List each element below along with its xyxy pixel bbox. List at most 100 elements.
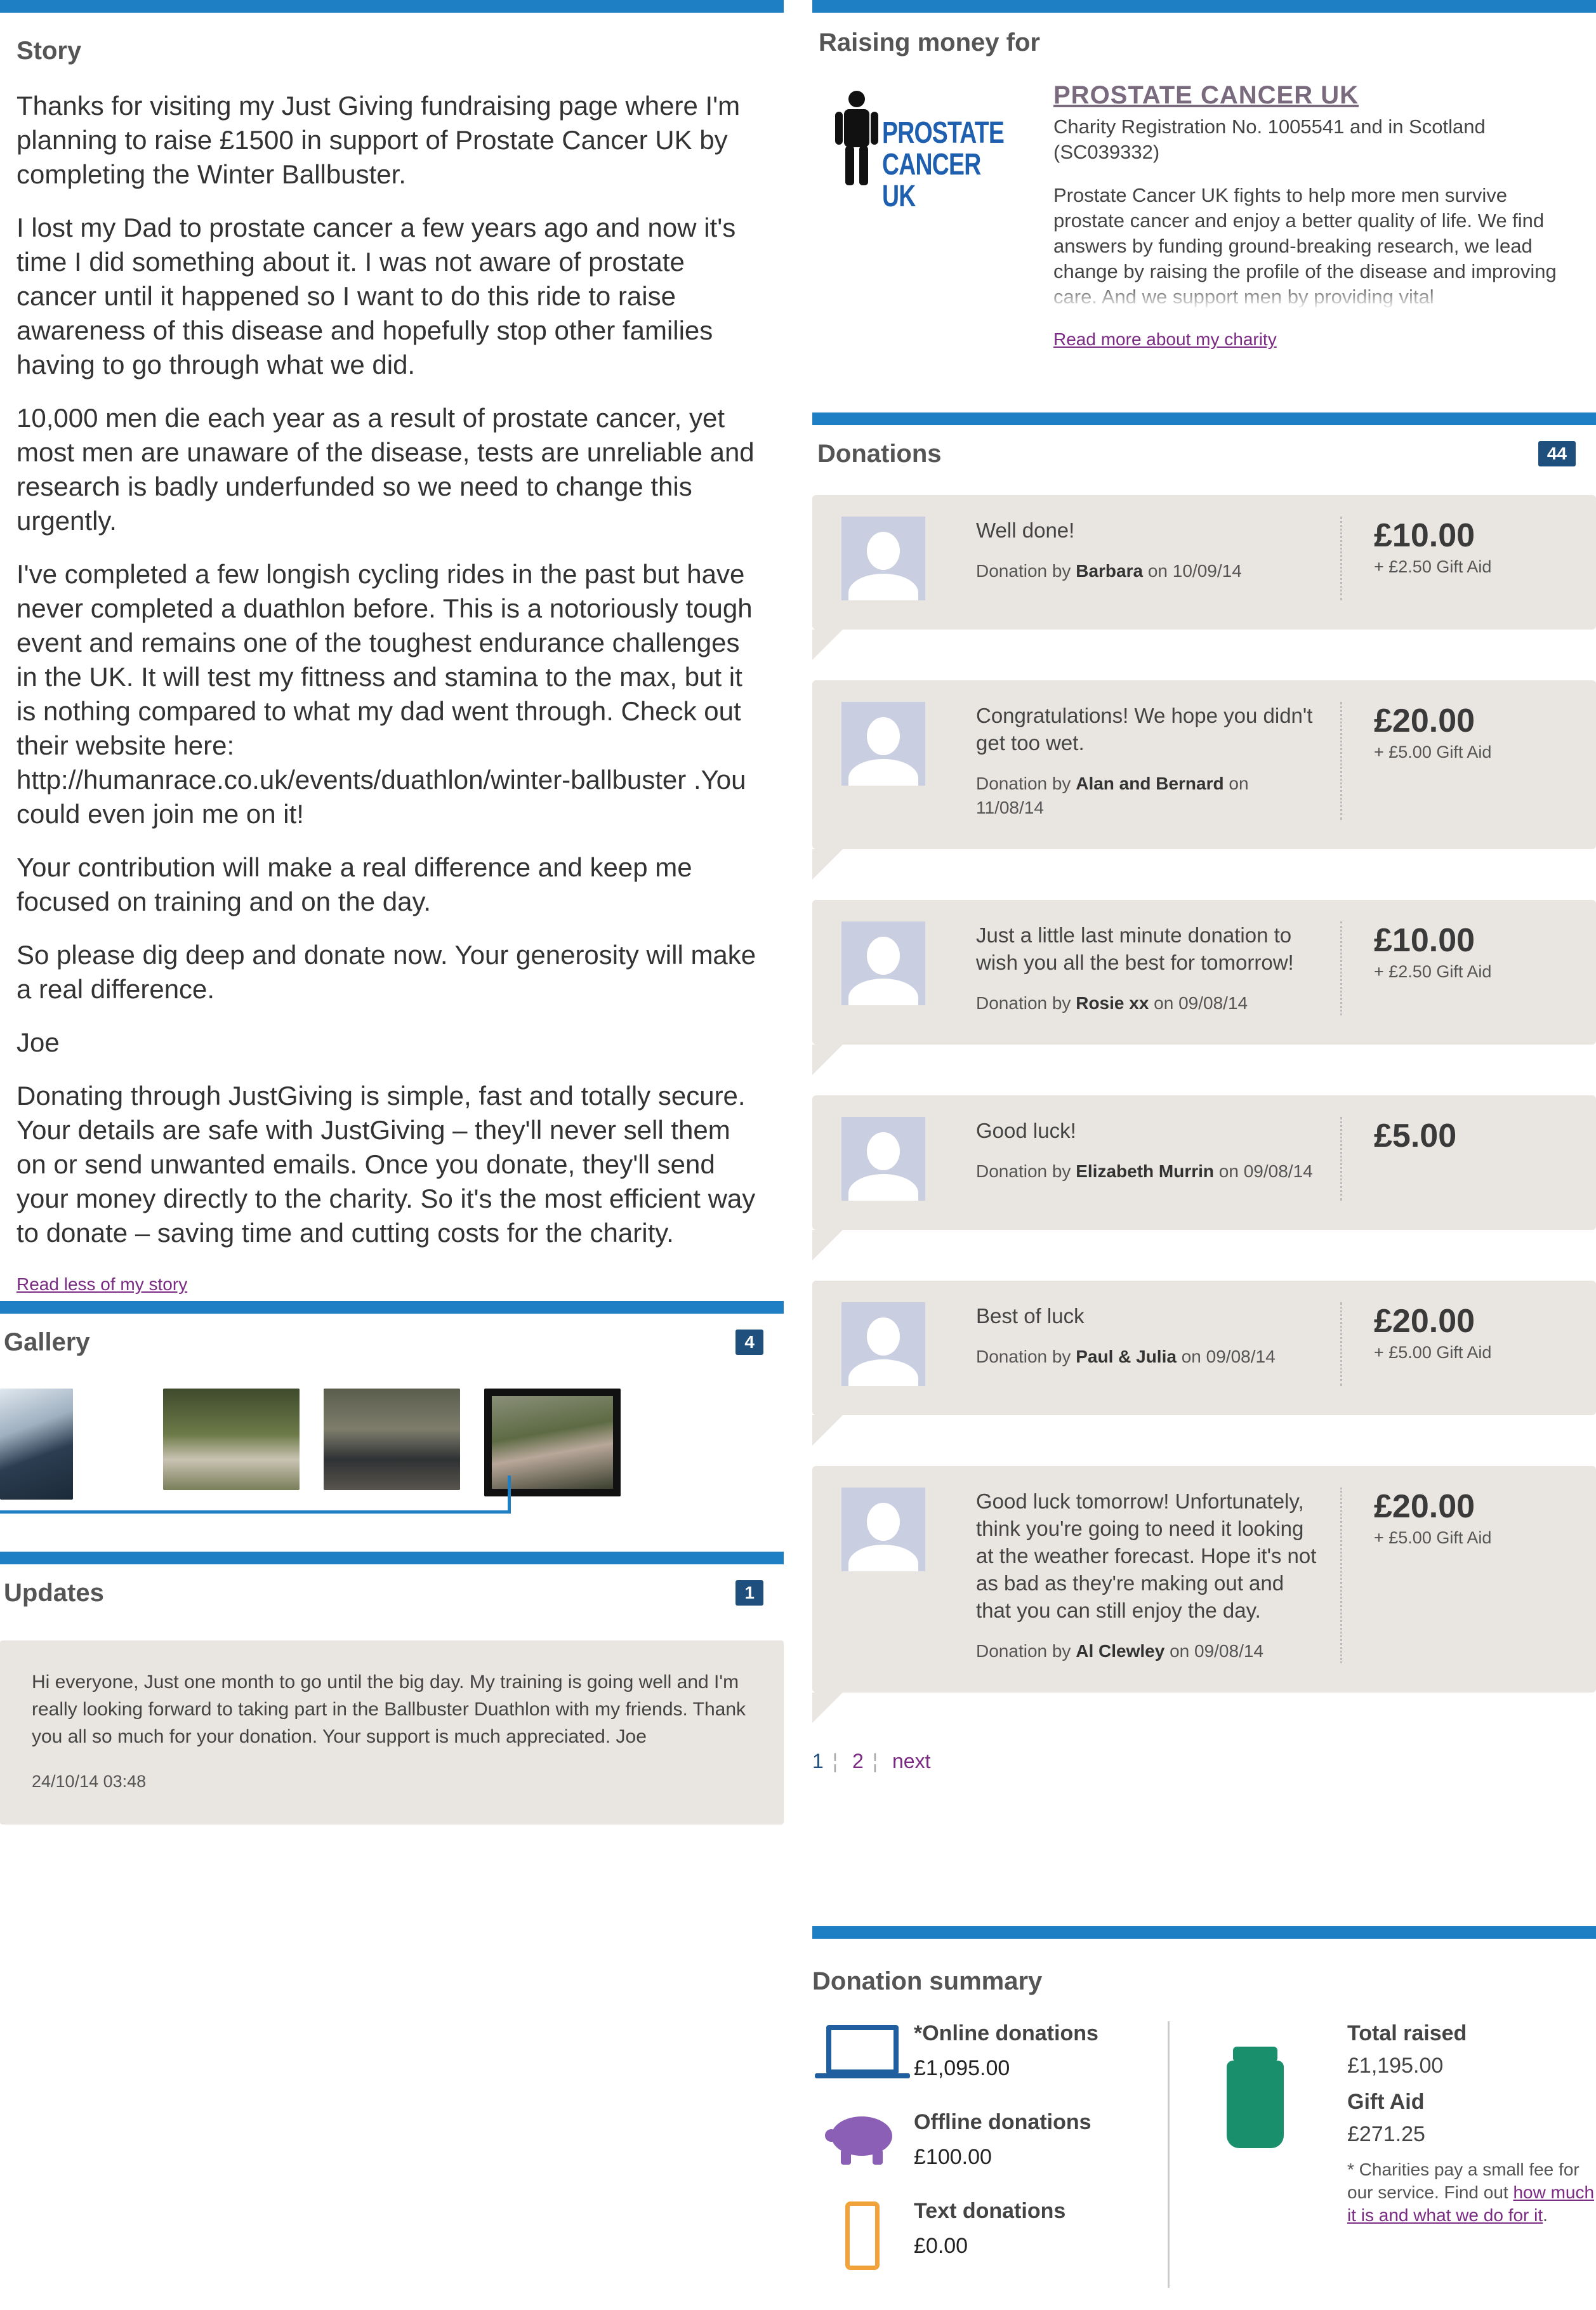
donations-top-bar <box>812 412 1596 425</box>
text-donations-label: Text donations <box>914 2199 1066 2223</box>
gallery-photo-road[interactable] <box>163 1389 300 1490</box>
donor-avatar <box>841 517 925 600</box>
donation-on-word: on <box>1218 1161 1239 1181</box>
donation-on-word: on <box>1170 1641 1190 1661</box>
story-paragraph: So please dig deep and donate now. Your … <box>16 940 756 1004</box>
donation-byline: Donation by Barbara on 10/09/14 <box>976 559 1321 583</box>
donation-byline: Donation by Al Clewley on 09/08/14 <box>976 1639 1321 1663</box>
donor-name: Alan and Bernard <box>1076 774 1224 793</box>
gallery-section: Gallery 4 <box>0 1301 784 1514</box>
donation-amount: £10.00 <box>1374 922 1475 959</box>
charity-info: PROSTATE CANCER UK Charity Registration … <box>1053 82 1580 352</box>
donations-count-badge: 44 <box>1538 441 1576 466</box>
donation-card: Just a little last minute donation to wi… <box>812 900 1596 1075</box>
donation-amount-block: £5.00 <box>1340 1117 1596 1201</box>
donation-byline: Donation by Elizabeth Murrin on 09/08/14 <box>976 1159 1321 1184</box>
offline-donations-label: Offline donations <box>914 2110 1091 2134</box>
charity-logo-text: PROSTATE CANCER UK <box>882 117 1016 213</box>
gallery-photo-group[interactable] <box>324 1389 460 1490</box>
update-text: Hi everyone, Just one month to go until … <box>32 1672 746 1747</box>
gallery-scroll-indicator[interactable] <box>508 1475 511 1514</box>
donation-message: Well done! <box>976 518 1075 542</box>
donation-message: Good luck! <box>976 1119 1076 1142</box>
next-page-link[interactable]: next <box>892 1750 930 1772</box>
donor-avatar <box>841 1302 925 1386</box>
donation-on-word: on <box>1147 561 1168 581</box>
updates-count-badge: 1 <box>735 1580 763 1606</box>
read-more-charity-link[interactable]: Read more about my charity <box>1053 329 1277 349</box>
text-donations-value: £0.00 <box>914 2234 968 2258</box>
donation-amount: £20.00 <box>1374 703 1475 739</box>
gallery-thumbnails <box>0 1371 784 1509</box>
donor-name: Al Clewley <box>1076 1641 1165 1661</box>
offline-donations: Offline donations £100.00 <box>812 2110 1168 2180</box>
charity-logo[interactable]: PROSTATE CANCER UK <box>825 82 1053 213</box>
donation-amount: £20.00 <box>1374 1303 1475 1340</box>
donation-date: 10/09/14 <box>1172 561 1242 581</box>
story-paragraph: Your contribution will make a real diffe… <box>16 852 692 916</box>
donation-gift-aid: + £5.00 Gift Aid <box>1374 1343 1492 1362</box>
donation-message-block: Just a little last minute donation to wi… <box>976 921 1340 1015</box>
donation-by-prefix: Donation by <box>976 993 1071 1013</box>
story-top-bar <box>0 0 784 13</box>
right-column: Raising money for PROSTATE CANCER UK PRO… <box>812 0 1596 2288</box>
donation-date: 09/08/14 <box>1243 1161 1313 1181</box>
donation-message: Good luck tomorrow! Unfortunately, think… <box>976 1489 1317 1622</box>
online-donations-value: £1,095.00 <box>914 2056 1010 2080</box>
story-signature: Joe <box>16 1027 60 1057</box>
gallery-photo-riders[interactable] <box>484 1389 621 1496</box>
story-paragraph: Donating through JustGiving is simple, f… <box>16 1081 756 1248</box>
story-paragraph: I've completed a few longish cycling rid… <box>16 559 753 829</box>
donation-by-prefix: Donation by <box>976 1641 1071 1661</box>
read-less-link[interactable]: Read less of my story <box>16 1274 187 1294</box>
summary-breakdown: *Online donations £1,095.00 Offline dona… <box>812 2021 1170 2288</box>
donation-message-block: Well done! Donation by Barbara on 10/09/1… <box>976 517 1340 600</box>
gallery-photo-cyclist[interactable] <box>0 1389 73 1500</box>
charity-header: Raising money for <box>812 13 1596 57</box>
donation-list: Well done! Donation by Barbara on 10/09/1… <box>812 495 1596 1723</box>
mobile-phone-icon <box>812 2199 914 2270</box>
piggy-bank-icon <box>812 2110 914 2180</box>
summary-top-bar <box>812 1926 1596 1939</box>
charity-panel: PROSTATE CANCER UK PROSTATE CANCER UK Ch… <box>812 57 1596 352</box>
updates-top-bar <box>0 1552 784 1564</box>
story-header: Story <box>0 13 784 89</box>
donations-header: Donations 44 <box>812 425 1596 482</box>
donation-date: 09/08/14 <box>1194 1641 1263 1661</box>
donor-avatar <box>841 1488 925 1571</box>
charity-registration: Charity Registration No. 1005541 and in … <box>1053 116 1486 163</box>
donation-card: Good luck! Donation by Elizabeth Murrin o… <box>812 1095 1596 1260</box>
donor-name: Rosie xx <box>1076 993 1149 1013</box>
gift-aid-value: £271.25 <box>1347 2122 1425 2146</box>
laptop-icon <box>812 2021 914 2091</box>
story-body: Thanks for visiting my Just Giving fundr… <box>0 89 784 1302</box>
charity-logo-line2: CANCER UK <box>882 148 981 213</box>
donation-by-prefix: Donation by <box>976 1161 1071 1181</box>
donation-amount-block: £20.00 + £5.00 Gift Aid <box>1340 1302 1596 1386</box>
charity-description: Prostate Cancer UK fights to help more m… <box>1053 183 1580 310</box>
updates-section: Updates 1 Hi everyone, Just one month to… <box>0 1552 784 1825</box>
gallery-title: Gallery <box>4 1328 90 1356</box>
donation-by-prefix: Donation by <box>976 1347 1071 1366</box>
charity-name-link[interactable]: PROSTATE CANCER UK <box>1053 82 1580 108</box>
donation-gift-aid: + £5.00 Gift Aid <box>1374 1528 1492 1547</box>
page-2-link[interactable]: 2 <box>852 1750 864 1772</box>
donation-amount: £20.00 <box>1374 1488 1475 1525</box>
left-column: Story Thanks for visiting my Just Giving… <box>0 0 784 1825</box>
gallery-count-badge: 4 <box>735 1330 763 1355</box>
charity-section-title: Raising money for <box>819 29 1040 56</box>
donation-amount-block: £20.00 + £5.00 Gift Aid <box>1340 1488 1596 1663</box>
donation-card: Well done! Donation by Barbara on 10/09/1… <box>812 495 1596 660</box>
story-paragraph: Thanks for visiting my Just Giving fundr… <box>16 91 741 189</box>
story-title: Story <box>16 36 82 65</box>
donation-byline: Donation by Alan and Bernard on 11/08/14 <box>976 772 1321 820</box>
donor-name: Barbara <box>1076 561 1144 581</box>
donation-card: Best of luck Donation by Paul & Julia on … <box>812 1281 1596 1446</box>
donation-message: Best of luck <box>976 1304 1085 1328</box>
donation-byline: Donation by Paul & Julia on 09/08/14 <box>976 1345 1321 1369</box>
donation-byline: Donation by Rosie xx on 09/08/14 <box>976 991 1321 1015</box>
donation-amount: £5.00 <box>1374 1118 1457 1154</box>
page-1-link[interactable]: 1 <box>812 1750 824 1772</box>
donation-amount-block: £10.00 + £2.50 Gift Aid <box>1340 921 1596 1015</box>
donations-section: Donations 44 Well done! Donation by Barba… <box>812 412 1596 1773</box>
